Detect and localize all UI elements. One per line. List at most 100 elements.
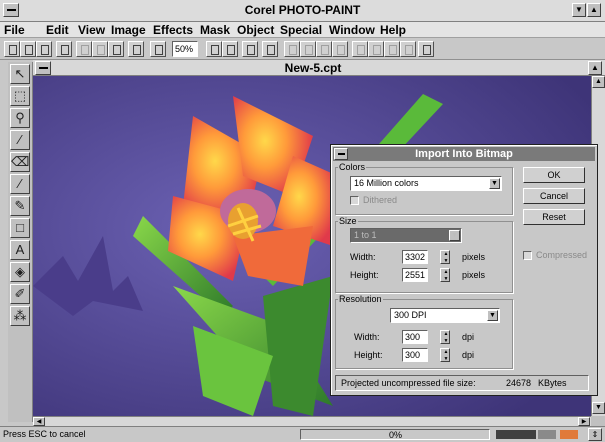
paste-icon[interactable]	[108, 41, 124, 57]
mask-tool-icon[interactable]: ⬚	[10, 86, 30, 106]
menu-help[interactable]: Help	[380, 23, 406, 37]
import-icon[interactable]	[206, 41, 222, 57]
clone-tool-icon[interactable]: ✐	[10, 284, 30, 304]
width-input[interactable]: 3302	[402, 250, 428, 264]
pointer-tool-icon[interactable]: ↖	[10, 64, 30, 84]
rectangle-tool-icon[interactable]: □	[10, 218, 30, 238]
toolbar: 50%	[0, 38, 605, 60]
effect-tool-icon[interactable]: ⁂	[10, 306, 30, 326]
line-tool-icon[interactable]: ∕	[10, 174, 30, 194]
res-width-input[interactable]: 300	[402, 330, 428, 344]
width-label: Width:	[350, 252, 376, 262]
res-height-unit: dpi	[462, 350, 475, 360]
menu-edit[interactable]: Edit	[46, 23, 69, 37]
minimize-button[interactable]: ▼	[572, 3, 586, 17]
eraser-tool-icon[interactable]: ⌫	[10, 152, 30, 172]
menu-file[interactable]: File	[4, 23, 25, 37]
resolution-dropdown[interactable]: 300 DPI ▼	[390, 308, 500, 323]
resolution-dropdown-value: 300 DPI	[394, 310, 427, 320]
tool-settings-icon[interactable]	[418, 41, 434, 57]
align-left-icon[interactable]	[284, 41, 300, 57]
app-title: Corel PHOTO-PAINT	[244, 3, 361, 17]
ok-button[interactable]: OK	[523, 167, 585, 183]
align-center-icon[interactable]	[300, 41, 316, 57]
brush-tool-icon[interactable]: ✎	[10, 196, 30, 216]
colors-dropdown[interactable]: 16 Million colors ▼	[350, 176, 502, 191]
scroll-up-arrow[interactable]: ▲	[592, 76, 605, 88]
zoom-tool-icon[interactable]	[150, 41, 166, 57]
scroll-left-arrow[interactable]: ◀	[33, 417, 45, 426]
width-unit-label: pixels	[462, 252, 486, 262]
menu-object[interactable]: Object	[237, 23, 274, 37]
size-dropdown[interactable]: 1 to 1 ▼	[350, 228, 462, 243]
height-spinner[interactable]: ▲ ▼	[440, 268, 450, 282]
zoom-level-field[interactable]: 50%	[172, 41, 198, 57]
cut-icon[interactable]	[76, 41, 92, 57]
open-file-icon[interactable]	[20, 41, 36, 57]
menu-effects[interactable]: Effects	[153, 23, 193, 37]
res-height-input[interactable]: 300	[402, 348, 428, 362]
dropdown-arrow-icon: ▼	[489, 178, 500, 189]
dialog-title: Import Into Bitmap	[415, 148, 513, 160]
width-spinner[interactable]: ▲ ▼	[440, 250, 450, 264]
projected-size-unit: KBytes	[538, 378, 567, 388]
res-width-spinner[interactable]: ▲ ▼	[440, 330, 450, 344]
height-input[interactable]: 2551	[402, 268, 428, 282]
status-message: Press ESC to cancel	[3, 429, 86, 439]
menu-view[interactable]: View	[78, 23, 105, 37]
scroll-right-arrow[interactable]: ▶	[578, 417, 590, 426]
fill-color-swatch[interactable]	[560, 430, 578, 439]
document-title: New-5.cpt	[284, 61, 342, 75]
compressed-checkbox[interactable]	[523, 251, 532, 260]
progress-bar: 0%	[300, 429, 490, 440]
text-tool-icon[interactable]: A	[10, 240, 30, 260]
horizontal-scrollbar[interactable]: ◀ ▶	[33, 416, 591, 426]
menu-mask[interactable]: Mask	[200, 23, 230, 37]
document-title-bar: New-5.cpt ▲	[33, 60, 605, 76]
align-top-icon[interactable]	[332, 41, 348, 57]
res-height-label: Height:	[354, 350, 383, 360]
projected-size-panel: Projected uncompressed file size: 24678 …	[335, 375, 589, 391]
save-icon[interactable]	[36, 41, 52, 57]
dialog-title-bar: Import Into Bitmap	[333, 147, 595, 161]
menu-image[interactable]: Image	[111, 23, 146, 37]
dropdown-arrow-icon: ▼	[449, 230, 460, 241]
paste-new-icon[interactable]	[128, 41, 144, 57]
cancel-button[interactable]: Cancel	[523, 188, 585, 204]
compressed-label: Compressed	[536, 250, 588, 260]
zoom-tool-icon[interactable]: ⚲	[10, 108, 30, 128]
combine-icon[interactable]	[384, 41, 400, 57]
print-icon[interactable]	[56, 41, 72, 57]
mask-icon[interactable]	[242, 41, 258, 57]
colors-dropdown-value: 16 Million colors	[354, 178, 419, 188]
eyedropper-tool-icon[interactable]: ⁄	[10, 130, 30, 150]
fill-tool-icon[interactable]: ◈	[10, 262, 30, 282]
photo-paint-window: Corel PHOTO-PAINT ▼ ▲ File Edit View Ima…	[0, 0, 605, 442]
export-icon[interactable]	[222, 41, 238, 57]
copy-icon[interactable]	[92, 41, 108, 57]
app-title-bar: Corel PHOTO-PAINT ▼ ▲	[0, 0, 605, 22]
dithered-checkbox[interactable]	[350, 196, 359, 205]
document-maximize-button[interactable]: ▲	[588, 61, 602, 75]
reset-button[interactable]: Reset	[523, 209, 585, 225]
new-file-icon[interactable]	[4, 41, 20, 57]
res-width-unit: dpi	[462, 332, 475, 342]
scroll-down-arrow[interactable]: ▼	[592, 402, 605, 414]
res-height-spinner[interactable]: ▲ ▼	[440, 348, 450, 362]
dropdown-arrow-icon: ▼	[487, 310, 498, 321]
ungroup-icon[interactable]	[368, 41, 384, 57]
menu-special[interactable]: Special	[280, 23, 322, 37]
resolution-group: Resolution 300 DPI ▼ Width: 300 ▲ ▼ dpi H…	[335, 294, 513, 369]
status-arrow-button[interactable]: ⇕	[588, 428, 602, 441]
toolbox: ↖ ⬚ ⚲ ⁄ ⌫ ∕ ✎ □ A ◈ ✐ ⁂	[8, 62, 33, 422]
align-right-icon[interactable]	[316, 41, 332, 57]
layer-icon[interactable]	[400, 41, 416, 57]
secondary-color-swatch[interactable]	[538, 430, 556, 439]
menu-window[interactable]: Window	[329, 23, 375, 37]
group-icon[interactable]	[352, 41, 368, 57]
object-icon[interactable]	[262, 41, 278, 57]
menu-bar: File Edit View Image Effects Mask Object…	[0, 22, 605, 38]
primary-color-swatch[interactable]	[496, 430, 536, 439]
maximize-button[interactable]: ▲	[587, 3, 601, 17]
import-into-bitmap-dialog: Import Into Bitmap Colors 16 Million col…	[330, 144, 598, 396]
